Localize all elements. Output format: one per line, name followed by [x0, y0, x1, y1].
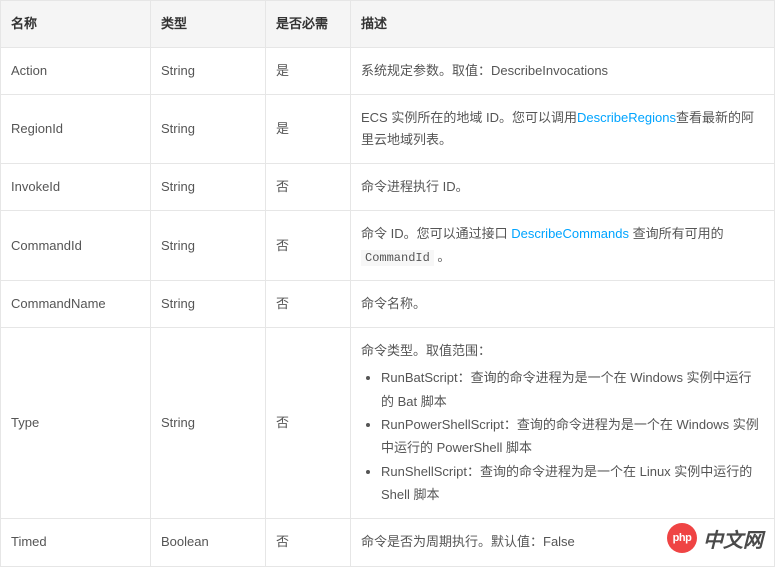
cell-type: String	[151, 48, 266, 95]
cell-name: CommandId	[1, 211, 151, 280]
cell-name: Type	[1, 328, 151, 519]
cell-required: 否	[266, 211, 351, 280]
watermark-text: 中文网	[703, 524, 763, 553]
th-type: 类型	[151, 1, 266, 48]
table-row: CommandId String 否 命令 ID。您可以通过接口 Describ…	[1, 211, 775, 280]
params-table: 名称 类型 是否必需 描述 Action String 是 系统规定参数。取值：…	[0, 0, 775, 567]
th-name: 名称	[1, 1, 151, 48]
cell-desc: 命令类型。取值范围： RunBatScript：查询的命令进程为是一个在 Win…	[351, 328, 775, 519]
cell-desc: 命令名称。	[351, 280, 775, 327]
cell-type: Boolean	[151, 519, 266, 566]
php-logo-icon: php	[667, 523, 697, 553]
cell-type: String	[151, 328, 266, 519]
cell-name: CommandName	[1, 280, 151, 327]
cell-desc: 系统规定参数。取值：DescribeInvocations	[351, 48, 775, 95]
desc-list: RunBatScript：查询的命令进程为是一个在 Windows 实例中运行的…	[361, 366, 764, 506]
list-item: RunShellScript：查询的命令进程为是一个在 Linux 实例中运行的…	[381, 460, 764, 507]
cell-type: String	[151, 280, 266, 327]
cell-required: 是	[266, 95, 351, 164]
code-commandid: CommandId	[361, 250, 434, 266]
cell-required: 否	[266, 519, 351, 566]
cell-name: Timed	[1, 519, 151, 566]
desc-text: 查询所有可用的	[629, 226, 724, 241]
cell-required: 否	[266, 280, 351, 327]
table-row: InvokeId String 否 命令进程执行 ID。	[1, 164, 775, 211]
th-desc: 描述	[351, 1, 775, 48]
th-required: 是否必需	[266, 1, 351, 48]
cell-desc: ECS 实例所在的地域 ID。您可以调用DescribeRegions查看最新的…	[351, 95, 775, 164]
cell-required: 是	[266, 48, 351, 95]
cell-name: Action	[1, 48, 151, 95]
cell-desc: 命令进程执行 ID。	[351, 164, 775, 211]
link-describe-regions[interactable]: DescribeRegions	[577, 110, 676, 125]
cell-name: InvokeId	[1, 164, 151, 211]
table-row: Timed Boolean 否 命令是否为周期执行。默认值：False	[1, 519, 775, 566]
table-row: RegionId String 是 ECS 实例所在的地域 ID。您可以调用De…	[1, 95, 775, 164]
desc-text: 。	[434, 249, 451, 264]
desc-intro: 命令类型。取值范围：	[361, 343, 491, 358]
cell-type: String	[151, 164, 266, 211]
list-item: RunPowerShellScript：查询的命令进程为是一个在 Windows…	[381, 413, 764, 460]
table-row: CommandName String 否 命令名称。	[1, 280, 775, 327]
desc-text: 命令 ID。您可以通过接口	[361, 226, 511, 241]
table-row: Action String 是 系统规定参数。取值：DescribeInvoca…	[1, 48, 775, 95]
cell-desc: 命令 ID。您可以通过接口 DescribeCommands 查询所有可用的 C…	[351, 211, 775, 280]
cell-name: RegionId	[1, 95, 151, 164]
list-item: RunBatScript：查询的命令进程为是一个在 Windows 实例中运行的…	[381, 366, 764, 413]
desc-text: ECS 实例所在的地域 ID。您可以调用	[361, 110, 577, 125]
table-header-row: 名称 类型 是否必需 描述	[1, 1, 775, 48]
table-row: Type String 否 命令类型。取值范围： RunBatScript：查询…	[1, 328, 775, 519]
cell-type: String	[151, 95, 266, 164]
watermark: php 中文网	[661, 521, 769, 555]
link-describe-commands[interactable]: DescribeCommands	[511, 226, 629, 241]
cell-type: String	[151, 211, 266, 280]
cell-required: 否	[266, 328, 351, 519]
cell-required: 否	[266, 164, 351, 211]
